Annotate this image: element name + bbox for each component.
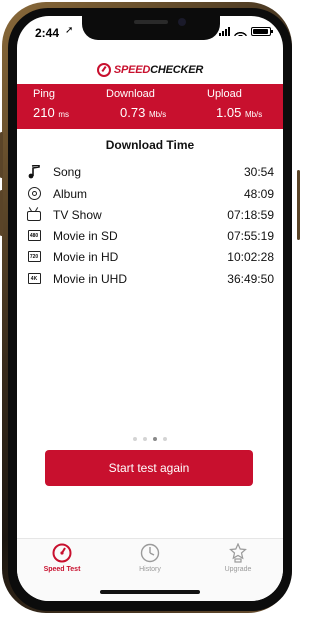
phone-side-button (0, 132, 3, 178)
status-time: 2:44 (35, 26, 60, 40)
ping-label: Ping (33, 88, 56, 100)
location-arrow-icon: ➚ (65, 25, 74, 36)
download-number: 0.73 (120, 105, 146, 120)
front-camera (178, 18, 186, 26)
star-trophy-icon (203, 543, 273, 563)
album-disc-icon (25, 186, 43, 202)
upload-label: Upload (207, 88, 242, 100)
row-time: 07:55:19 (227, 228, 274, 243)
resolution-480-icon: 480 (25, 228, 43, 244)
download-time-row: TV Show 07:18:59 (25, 204, 274, 225)
clock-icon (115, 543, 185, 563)
tv-icon (25, 207, 43, 223)
download-label: Download (106, 88, 155, 100)
row-time: 10:02:28 (227, 249, 274, 264)
row-time: 48:09 (243, 186, 274, 201)
upload-stat: Upload 1.05 Mb/s (207, 88, 262, 120)
download-unit: Mb/s (148, 110, 167, 119)
battery-icon (251, 27, 273, 36)
ping-number: 210 (33, 105, 55, 120)
status-icons (219, 27, 273, 36)
upload-number: 1.05 (216, 105, 242, 120)
row-label: Movie in SD (53, 228, 118, 243)
page-dot[interactable] (133, 437, 137, 441)
start-test-again-button[interactable]: Start test again (45, 450, 253, 486)
logo-text-checker: CHECKER (150, 64, 204, 76)
tab-upgrade[interactable]: Upgrade (203, 543, 273, 573)
row-time: 07:18:59 (227, 207, 274, 222)
resolution-badge: 4K (27, 273, 41, 284)
section-title: Download Time (105, 138, 195, 152)
upload-unit: Mb/s (244, 110, 263, 119)
page-indicator (17, 437, 283, 441)
row-time: 36:49:50 (227, 271, 274, 286)
resolution-720-icon: 720 (25, 249, 43, 265)
tab-label: Speed Test (43, 566, 81, 573)
row-label: Movie in UHD (53, 271, 128, 286)
speedometer-logo-icon (96, 63, 111, 77)
cellular-signal-icon (219, 27, 230, 36)
tab-label: Upgrade (224, 566, 252, 573)
speaker-grille (134, 20, 168, 24)
download-time-row: 4K Movie in UHD 36:49:50 (25, 268, 274, 289)
resolution-4k-icon: 4K (25, 271, 43, 287)
speedometer-icon (27, 543, 97, 563)
ping-unit: ms (58, 110, 69, 119)
logo-text-speed: SPEED (113, 64, 151, 76)
download-time-row: Song 30:54 (25, 161, 274, 182)
page-dot[interactable] (163, 437, 167, 441)
row-label: Movie in HD (53, 249, 119, 264)
ping-stat: Ping 210 ms (33, 88, 69, 120)
page-dot[interactable] (143, 437, 147, 441)
download-time-row: Album 48:09 (25, 183, 274, 204)
resolution-badge: 480 (27, 230, 41, 241)
upload-value: 1.05 Mb/s (216, 105, 262, 120)
app-logo: SPEED CHECKER (17, 56, 283, 84)
row-time: 30:54 (243, 164, 274, 179)
results-bar: Ping 210 ms Download 0.73 Mb/s Upload 1.… (17, 84, 283, 129)
tab-label: History (139, 566, 161, 573)
wifi-icon (234, 27, 247, 36)
tab-speed-test[interactable]: Speed Test (27, 543, 97, 573)
download-time-row: 720 Movie in HD 10:02:28 (25, 246, 274, 267)
row-label: Song (53, 164, 82, 179)
music-note-icon (25, 164, 43, 180)
download-value: 0.73 Mb/s (120, 105, 166, 120)
download-time-row: 480 Movie in SD 07:55:19 (25, 225, 274, 246)
row-label: Album (53, 186, 88, 201)
resolution-badge: 720 (27, 251, 41, 262)
phone-side-button (297, 170, 300, 240)
phone-side-button (0, 190, 3, 236)
page-dot-active[interactable] (153, 437, 157, 441)
row-label: TV Show (53, 207, 102, 222)
app-screen: 2:44 ➚ SPEED CHECKER Ping 210 ms Downloa… (17, 16, 283, 601)
notch (82, 16, 220, 40)
home-indicator[interactable] (100, 590, 200, 594)
download-stat: Download 0.73 Mb/s (106, 88, 166, 120)
tab-history[interactable]: History (115, 543, 185, 573)
ping-value: 210 ms (33, 105, 69, 120)
